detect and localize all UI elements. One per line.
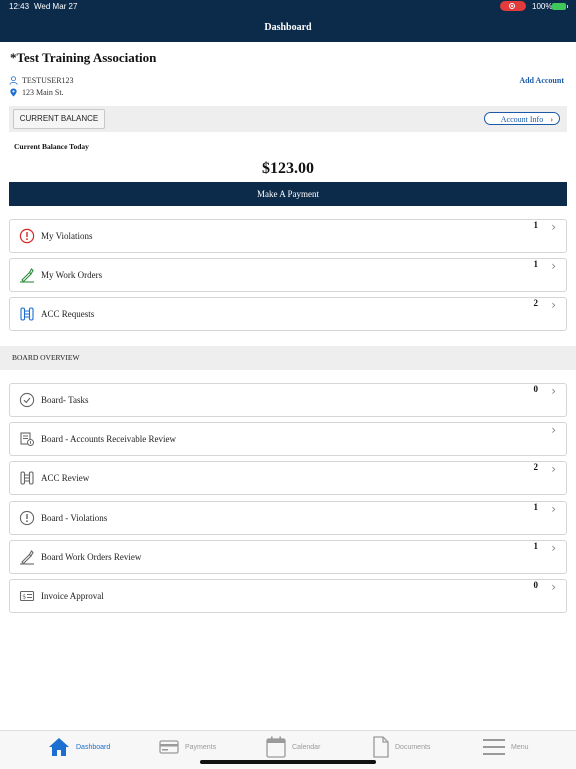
account-info-button[interactable]: Account Info › bbox=[484, 112, 560, 125]
item-label: Invoice Approval bbox=[41, 591, 104, 601]
user-row: TESTUSER123 bbox=[9, 76, 74, 85]
list-item-my-violations[interactable]: My Violations 1 › bbox=[9, 219, 567, 253]
list-item-board-work-orders[interactable]: Board Work Orders Review 1 › bbox=[9, 540, 567, 574]
list-item-board-tasks[interactable]: Board- Tasks 0 › bbox=[9, 383, 567, 417]
chevron-right-icon: › bbox=[551, 502, 556, 516]
status-time: 12:43 bbox=[9, 2, 30, 11]
card-icon bbox=[159, 740, 179, 754]
tab-label: Payments bbox=[185, 743, 217, 751]
current-balance-tab[interactable]: CURRENT BALANCE bbox=[13, 109, 105, 129]
chevron-right-icon: › bbox=[551, 462, 556, 476]
acc-icon bbox=[20, 307, 34, 321]
item-count: 0 bbox=[533, 580, 539, 590]
svg-text:$: $ bbox=[22, 594, 26, 601]
list-item-my-work-orders[interactable]: My Work Orders 1 › bbox=[9, 258, 567, 292]
tab-label: Menu bbox=[511, 743, 529, 751]
invoice-icon: $ bbox=[19, 590, 35, 602]
list-item-invoice-approval[interactable]: $ Invoice Approval 0 › bbox=[9, 579, 567, 613]
list-item-board-violations[interactable]: Board - Violations 1 › bbox=[9, 501, 567, 535]
screen-recording-icon bbox=[500, 1, 526, 11]
user-icon bbox=[9, 76, 18, 85]
list-item-acc-requests[interactable]: ACC Requests 2 › bbox=[9, 297, 567, 331]
list-item-board-accounts-receivable[interactable]: Board - Accounts Receivable Review › bbox=[9, 422, 567, 456]
item-label: Board - Accounts Receivable Review bbox=[41, 434, 176, 444]
receivable-icon bbox=[20, 432, 34, 446]
item-label: ACC Requests bbox=[41, 309, 95, 319]
board-overview-header: BOARD OVERVIEW bbox=[0, 346, 576, 370]
acc-icon bbox=[20, 471, 34, 485]
status-date: Wed Mar 27 bbox=[34, 2, 78, 11]
item-count: 1 bbox=[533, 502, 539, 512]
item-count: 1 bbox=[533, 220, 539, 230]
calendar-icon bbox=[266, 736, 286, 758]
document-icon bbox=[373, 736, 389, 758]
account-info-label: Account Info bbox=[500, 115, 544, 124]
item-label: My Violations bbox=[41, 231, 93, 241]
alert-icon bbox=[19, 228, 35, 244]
balance-today-label: Current Balance Today bbox=[14, 142, 89, 151]
tab-calendar[interactable]: Calendar bbox=[266, 735, 320, 759]
tab-documents[interactable]: Documents bbox=[373, 735, 430, 759]
balance-band: CURRENT BALANCE Account Info › bbox=[9, 106, 567, 132]
chevron-right-icon: › bbox=[551, 384, 556, 398]
list-item-acc-review[interactable]: ACC Review 2 › bbox=[9, 461, 567, 495]
item-count: 1 bbox=[533, 259, 539, 269]
balance-amount: $123.00 bbox=[262, 160, 314, 177]
top-bar: 12:43 Wed Mar 27 100% Dashboard bbox=[0, 0, 576, 42]
chevron-right-icon: › bbox=[551, 423, 556, 437]
item-count: 1 bbox=[533, 541, 539, 551]
work-order-icon bbox=[20, 550, 34, 565]
make-payment-button[interactable]: Make A Payment bbox=[9, 182, 567, 206]
item-count: 0 bbox=[533, 384, 539, 394]
item-label: ACC Review bbox=[41, 473, 90, 483]
address: 123 Main St. bbox=[22, 88, 64, 97]
chevron-right-icon: › bbox=[551, 541, 556, 555]
battery-icon bbox=[552, 3, 568, 10]
home-indicator[interactable] bbox=[200, 760, 376, 764]
home-icon bbox=[49, 738, 69, 756]
item-label: Board- Tasks bbox=[41, 395, 89, 405]
chevron-right-icon: › bbox=[551, 580, 556, 594]
address-row: 123 Main St. bbox=[9, 88, 64, 97]
association-name: *Test Training Association bbox=[10, 50, 157, 65]
item-count: 2 bbox=[533, 298, 539, 308]
tab-dashboard[interactable]: Dashboard bbox=[48, 735, 110, 759]
chevron-right-icon: › bbox=[551, 259, 556, 273]
chevron-right-icon: › bbox=[551, 298, 556, 312]
page-title: Dashboard bbox=[264, 22, 312, 33]
tab-label: Dashboard bbox=[76, 743, 111, 751]
username: TESTUSER123 bbox=[22, 76, 74, 85]
menu-icon bbox=[483, 739, 505, 755]
item-label: Board Work Orders Review bbox=[41, 552, 142, 562]
work-order-icon bbox=[20, 268, 34, 283]
tab-menu[interactable]: Menu bbox=[483, 735, 529, 759]
check-circle-icon bbox=[19, 392, 35, 408]
item-count: 2 bbox=[533, 462, 539, 472]
section-title: BOARD OVERVIEW bbox=[12, 353, 80, 362]
tab-label: Calendar bbox=[292, 743, 321, 751]
battery-percent: 100% bbox=[532, 2, 553, 11]
tab-payments[interactable]: Payments bbox=[159, 735, 216, 759]
tab-label: Documents bbox=[395, 743, 431, 751]
add-account-link[interactable]: Add Account bbox=[519, 76, 564, 85]
item-label: Board - Violations bbox=[41, 513, 108, 523]
chevron-right-icon: › bbox=[551, 220, 556, 234]
alert-icon bbox=[19, 510, 35, 526]
location-pin-icon bbox=[10, 88, 17, 97]
chevron-right-icon: › bbox=[550, 115, 553, 124]
item-label: My Work Orders bbox=[41, 270, 103, 280]
